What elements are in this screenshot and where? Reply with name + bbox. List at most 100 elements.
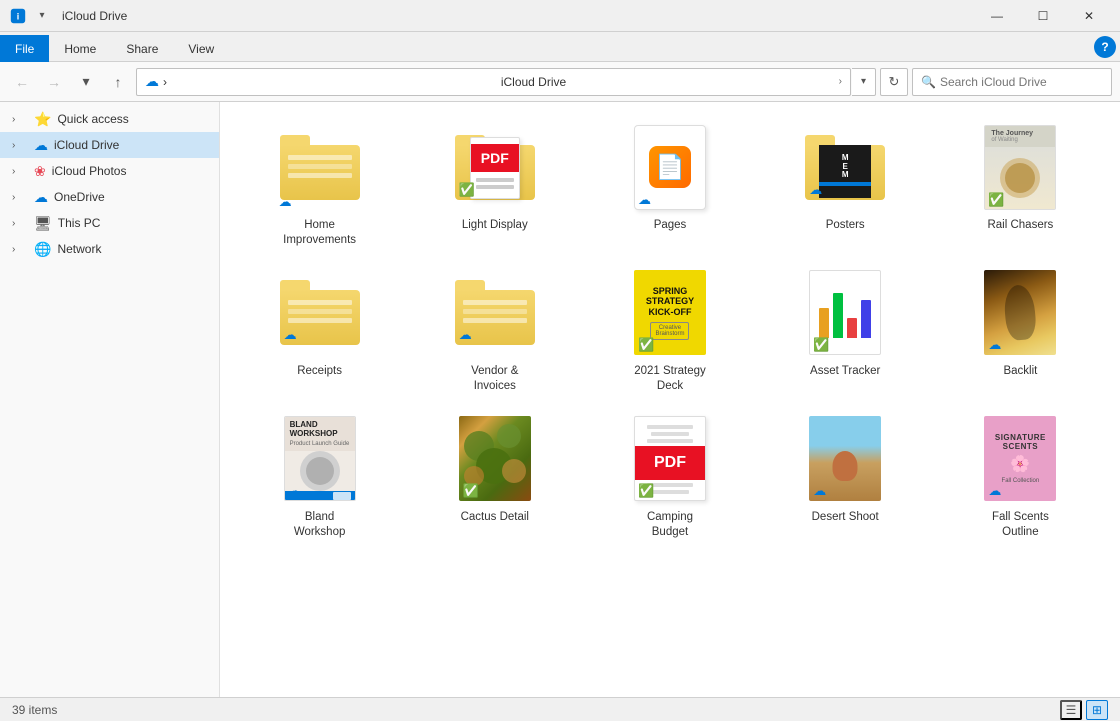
sync-status-icon: ✅: [988, 192, 1004, 208]
list-view-button[interactable]: ☰: [1060, 700, 1082, 720]
file-item-camping-budget[interactable]: PDF ✅ CampingBudget: [586, 406, 753, 548]
cloud-icon: ☁: [34, 137, 48, 154]
sync-status-icon: ☁: [809, 182, 822, 198]
address-end-arrow: ›: [839, 76, 842, 87]
help-button[interactable]: ?: [1094, 36, 1116, 58]
file-thumbnail: ✅: [450, 414, 540, 504]
file-name: Backlit: [1003, 364, 1037, 379]
tab-file[interactable]: File: [0, 35, 49, 62]
address-box[interactable]: ☁ › iCloud Drive ›: [136, 68, 851, 96]
search-box[interactable]: 🔍: [912, 68, 1112, 96]
address-path: ›: [163, 75, 497, 89]
tab-home[interactable]: Home: [49, 35, 111, 62]
sidebar-item-onedrive[interactable]: › ☁ OneDrive: [0, 184, 219, 210]
file-name: Asset Tracker: [810, 364, 880, 379]
sidebar-item-icloud-photos[interactable]: › ❀ iCloud Photos: [0, 158, 219, 184]
sync-status-icon: ☁: [988, 483, 1001, 499]
file-item-strategy-deck[interactable]: SPRINGSTRATEGYKICK-OFF CreativeBrainstor…: [586, 260, 753, 402]
star-icon: ⭐: [34, 111, 51, 128]
file-name: Posters: [826, 218, 865, 233]
content-area: ☁ HomeImprovements PDF: [220, 102, 1120, 697]
file-item-fall-scents[interactable]: SIGNATURESCENTS 🌸 Fall Collection ☁ Fall…: [937, 406, 1104, 548]
statusbar: 39 items ☰ ⊞: [0, 697, 1120, 721]
sidebar-item-this-pc[interactable]: › 🖥 This PC: [0, 210, 219, 236]
sync-status-icon: ✅: [463, 483, 479, 499]
file-name: 2021 StrategyDeck: [634, 364, 706, 394]
file-item-rail-chasers[interactable]: The Journey of Waiting ✅ Rail Cha: [937, 114, 1104, 256]
file-item-vendor-invoices[interactable]: ☁ Vendor &Invoices: [411, 260, 578, 402]
sync-status-icon: ☁: [638, 192, 651, 208]
file-item-asset-tracker[interactable]: ✅ Asset Tracker: [762, 260, 929, 402]
file-name: BlandWorkshop: [294, 510, 346, 540]
file-name: Pages: [654, 218, 687, 233]
sidebar-item-label: Network: [57, 242, 101, 256]
sidebar-item-quick-access[interactable]: › ⭐ Quick access: [0, 106, 219, 132]
file-item-posters[interactable]: MEM ☁ Posters: [762, 114, 929, 256]
sidebar-item-label: iCloud Photos: [52, 164, 127, 178]
file-item-pages[interactable]: 📄 ☁ Pages: [586, 114, 753, 256]
file-thumbnail: ☁: [275, 268, 365, 358]
network-icon: 🌐: [34, 241, 51, 258]
file-thumbnail: MEM ☁: [800, 122, 890, 212]
pc-icon: 🖥: [34, 215, 52, 232]
file-thumbnail: ☁: [975, 268, 1065, 358]
refresh-button[interactable]: ↻: [880, 68, 908, 96]
quick-access-toolbar: i ▾: [8, 4, 54, 28]
sync-status-icon: ☁: [813, 483, 826, 499]
file-thumbnail: SIGNATURESCENTS 🌸 Fall Collection ☁: [975, 414, 1065, 504]
file-thumbnail: The Journey of Waiting ✅: [975, 122, 1065, 212]
sidebar-item-label: OneDrive: [54, 190, 105, 204]
large-icons-view-button[interactable]: ⊞: [1086, 700, 1108, 720]
window-controls: — ☐ ✕: [974, 0, 1112, 32]
file-name: Rail Chasers: [987, 218, 1053, 233]
sync-status-icon: ✅: [638, 337, 654, 353]
file-name: HomeImprovements: [283, 218, 356, 248]
minimize-button[interactable]: —: [974, 0, 1020, 32]
sync-status-icon: ☁: [284, 327, 297, 343]
tab-share[interactable]: Share: [111, 35, 173, 62]
file-name: CampingBudget: [647, 510, 693, 540]
view-options: ☰ ⊞: [1060, 700, 1108, 720]
file-thumbnail: 📄 ☁: [625, 122, 715, 212]
sidebar-item-network[interactable]: › 🌐 Network: [0, 236, 219, 262]
expand-icon: ›: [12, 140, 28, 151]
qat-dropdown-btn[interactable]: ▾: [30, 4, 54, 28]
file-thumbnail: PDF ✅: [450, 122, 540, 212]
back-button[interactable]: ←: [8, 68, 36, 96]
sync-status-icon: ☁: [459, 327, 472, 343]
file-thumbnail: ✅: [800, 268, 890, 358]
file-item-home-improvements[interactable]: ☁ HomeImprovements: [236, 114, 403, 256]
file-item-receipts[interactable]: ☁ Receipts: [236, 260, 403, 402]
search-icon: 🔍: [921, 75, 936, 89]
file-thumbnail: BLANDWORKSHOP Product Launch Guide: [275, 414, 365, 504]
up-button[interactable]: ↑: [104, 68, 132, 96]
sync-status-icon: ✅: [813, 337, 829, 353]
expand-icon: ›: [12, 244, 28, 255]
file-item-cactus-detail[interactable]: ✅ Cactus Detail: [411, 406, 578, 548]
address-dropdown[interactable]: ▾: [852, 68, 876, 96]
sync-status-icon: ✅: [459, 182, 475, 198]
expand-icon: ›: [12, 166, 28, 177]
file-item-bland-workshop[interactable]: BLANDWORKSHOP Product Launch Guide: [236, 406, 403, 548]
file-name: Cactus Detail: [461, 510, 529, 525]
close-button[interactable]: ✕: [1066, 0, 1112, 32]
sidebar-item-label: Quick access: [57, 112, 128, 126]
file-item-light-display[interactable]: PDF ✅ Light Display: [411, 114, 578, 256]
cloud-icon: ☁: [145, 73, 159, 90]
file-item-backlit[interactable]: ☁ Backlit: [937, 260, 1104, 402]
maximize-button[interactable]: ☐: [1020, 0, 1066, 32]
forward-button[interactable]: →: [40, 68, 68, 96]
sidebar-item-icloud-drive[interactable]: › ☁ iCloud Drive: [0, 132, 219, 158]
sync-status-icon: ☁: [988, 337, 1001, 353]
file-item-desert-shoot[interactable]: ☁ Desert Shoot: [762, 406, 929, 548]
file-thumbnail: ☁: [800, 414, 890, 504]
sidebar-item-label: iCloud Drive: [54, 138, 119, 152]
file-thumbnail: SPRINGSTRATEGYKICK-OFF CreativeBrainstor…: [625, 268, 715, 358]
expand-icon: ›: [12, 218, 28, 229]
file-thumbnail: ☁: [275, 122, 365, 212]
recent-locations-button[interactable]: ▾: [72, 68, 100, 96]
addressbar: ← → ▾ ↑ ☁ › iCloud Drive › ▾ ↻ 🔍: [0, 62, 1120, 102]
sync-status-icon: ✅: [638, 483, 654, 499]
search-input[interactable]: [940, 75, 1103, 89]
tab-view[interactable]: View: [173, 35, 229, 62]
